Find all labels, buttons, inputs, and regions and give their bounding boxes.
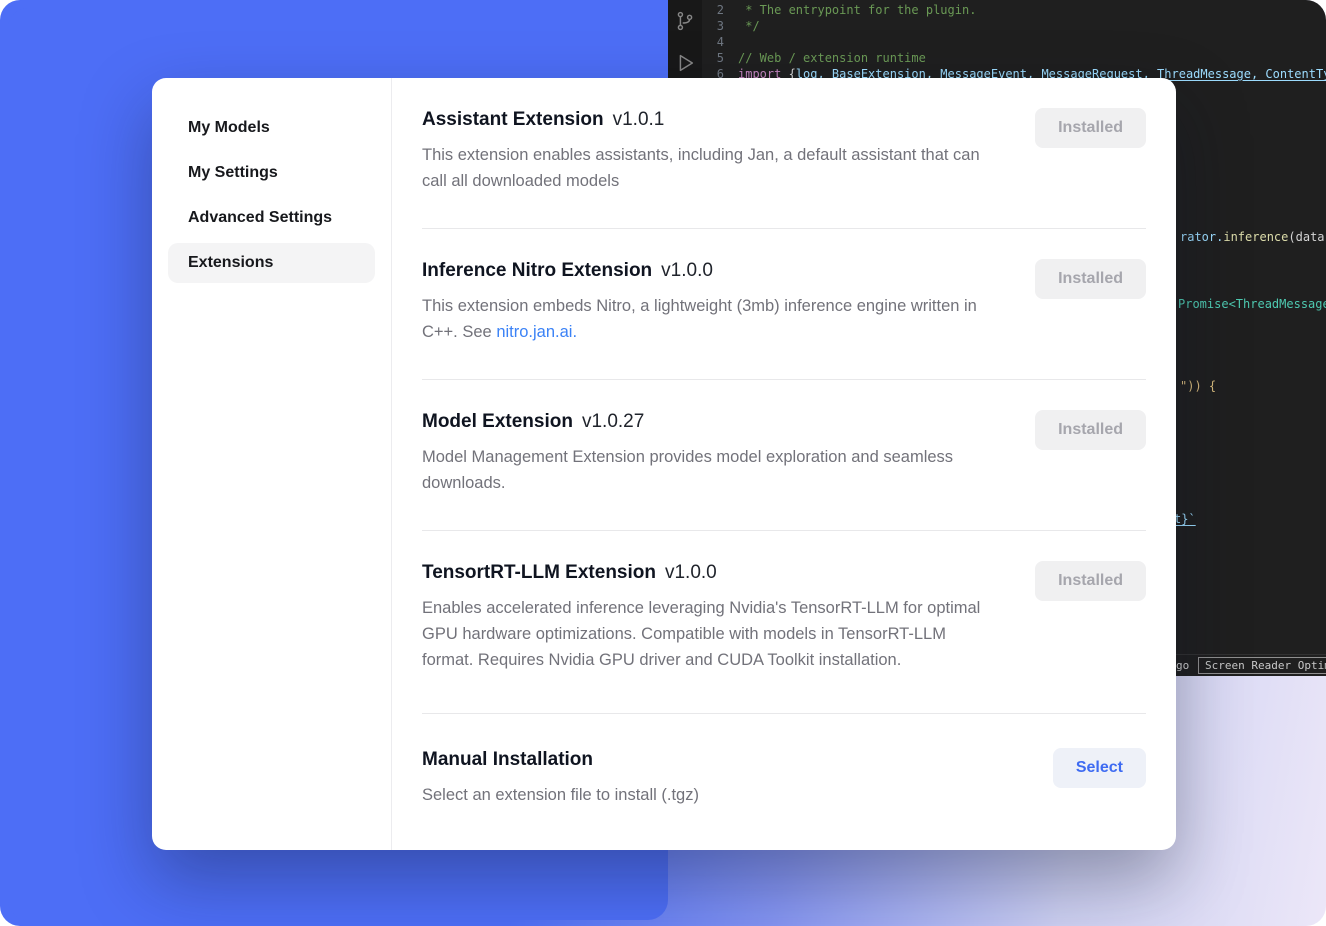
code-area: 2 * The entrypoint for the plugin. 3 */ … [702,2,1326,82]
manual-installation-item: Manual Installation Select an extension … [422,714,1146,842]
code-text: rator. [1180,230,1223,244]
select-button[interactable]: Select [1053,748,1146,788]
extension-description: This extension embeds Nitro, a lightweig… [422,293,1000,345]
extension-version: v1.0.1 [613,109,665,130]
code-line: 2 * The entrypoint for the plugin. [702,2,1326,18]
code-text: */ [738,18,760,34]
run-debug-icon[interactable] [674,52,696,74]
settings-modal: My Models My Settings Advanced Settings … [152,78,1176,850]
settings-sidebar: My Models My Settings Advanced Settings … [152,78,392,850]
extension-version: v1.0.0 [665,562,717,583]
extension-item: Model Extension v1.0.27 Model Management … [422,380,1146,530]
extension-version: v1.0.0 [661,260,713,281]
sidebar-item-extensions[interactable]: Extensions [168,243,375,283]
sidebar-item-advanced-settings[interactable]: Advanced Settings [168,198,375,238]
extension-description: Enables accelerated inference leveraging… [422,595,1000,673]
sidebar-item-my-settings[interactable]: My Settings [168,153,375,193]
extension-description: Model Management Extension provides mode… [422,444,1000,496]
extension-item: Assistant Extension v1.0.1 This extension… [422,78,1146,228]
source-control-icon[interactable] [674,10,696,32]
manual-installation-title: Manual Installation [422,748,699,772]
code-line: 4 [702,34,1326,50]
extension-info: Model Extension v1.0.27 Model Management … [422,410,1000,496]
extension-title-row: Model Extension v1.0.27 [422,410,1000,434]
manual-installation-description: Select an extension file to install (.tg… [422,782,699,808]
extension-description: This extension enables assistants, inclu… [422,142,1000,194]
line-number: 4 [702,34,738,50]
extension-title: Assistant Extension [422,109,604,130]
extension-info: Inference Nitro Extension v1.0.0 This ext… [422,259,1000,345]
code-text: // Web / extension runtime [738,50,926,66]
code-text: (data)); [1288,230,1326,244]
extension-title-row: Assistant Extension v1.0.1 [422,108,1000,132]
screenshot-root: 2 * The entrypoint for the plugin. 3 */ … [0,0,1326,926]
extension-title: TensortRT-LLM Extension [422,562,656,583]
screen-reader-optimized-badge[interactable]: Screen Reader Optimize [1198,657,1326,674]
installed-button[interactable]: Installed [1035,108,1146,148]
code-fragment: ")) { [1180,378,1216,394]
code-text: * The entrypoint for the plugin. [738,2,976,18]
code-fragment: rator.inference(data)); [1180,229,1326,245]
installed-button[interactable]: Installed [1035,410,1146,450]
line-number: 3 [702,18,738,34]
extension-item: Inference Nitro Extension v1.0.0 This ext… [422,229,1146,379]
extension-title-row: Inference Nitro Extension v1.0.0 [422,259,1000,283]
extension-info: Manual Installation Select an extension … [422,748,699,808]
code-line: 5 // Web / extension runtime [702,50,1326,66]
extension-title-row: TensortRT-LLM Extension v1.0.0 [422,561,1000,585]
installed-button[interactable]: Installed [1035,259,1146,299]
nitro-jan-ai-link[interactable]: nitro.jan.ai. [496,323,577,341]
extension-info: TensortRT-LLM Extension v1.0.0 Enables ac… [422,561,1000,673]
extension-title: Manual Installation [422,749,593,770]
extension-version: v1.0.27 [582,411,644,432]
status-text: go [1176,659,1189,672]
line-number: 5 [702,50,738,66]
code-line: 3 */ [702,18,1326,34]
code-fragment: Promise<ThreadMessage> [1178,296,1326,312]
sidebar-item-my-models[interactable]: My Models [168,108,375,148]
extension-title: Inference Nitro Extension [422,260,652,281]
extensions-list: Assistant Extension v1.0.1 This extension… [392,78,1176,850]
extension-item: TensortRT-LLM Extension v1.0.0 Enables ac… [422,531,1146,713]
extension-title: Model Extension [422,411,573,432]
line-number: 2 [702,2,738,18]
installed-button[interactable]: Installed [1035,561,1146,601]
code-text: inference [1223,230,1288,244]
extension-info: Assistant Extension v1.0.1 This extension… [422,108,1000,194]
code-fragment: t}` [1174,511,1196,527]
